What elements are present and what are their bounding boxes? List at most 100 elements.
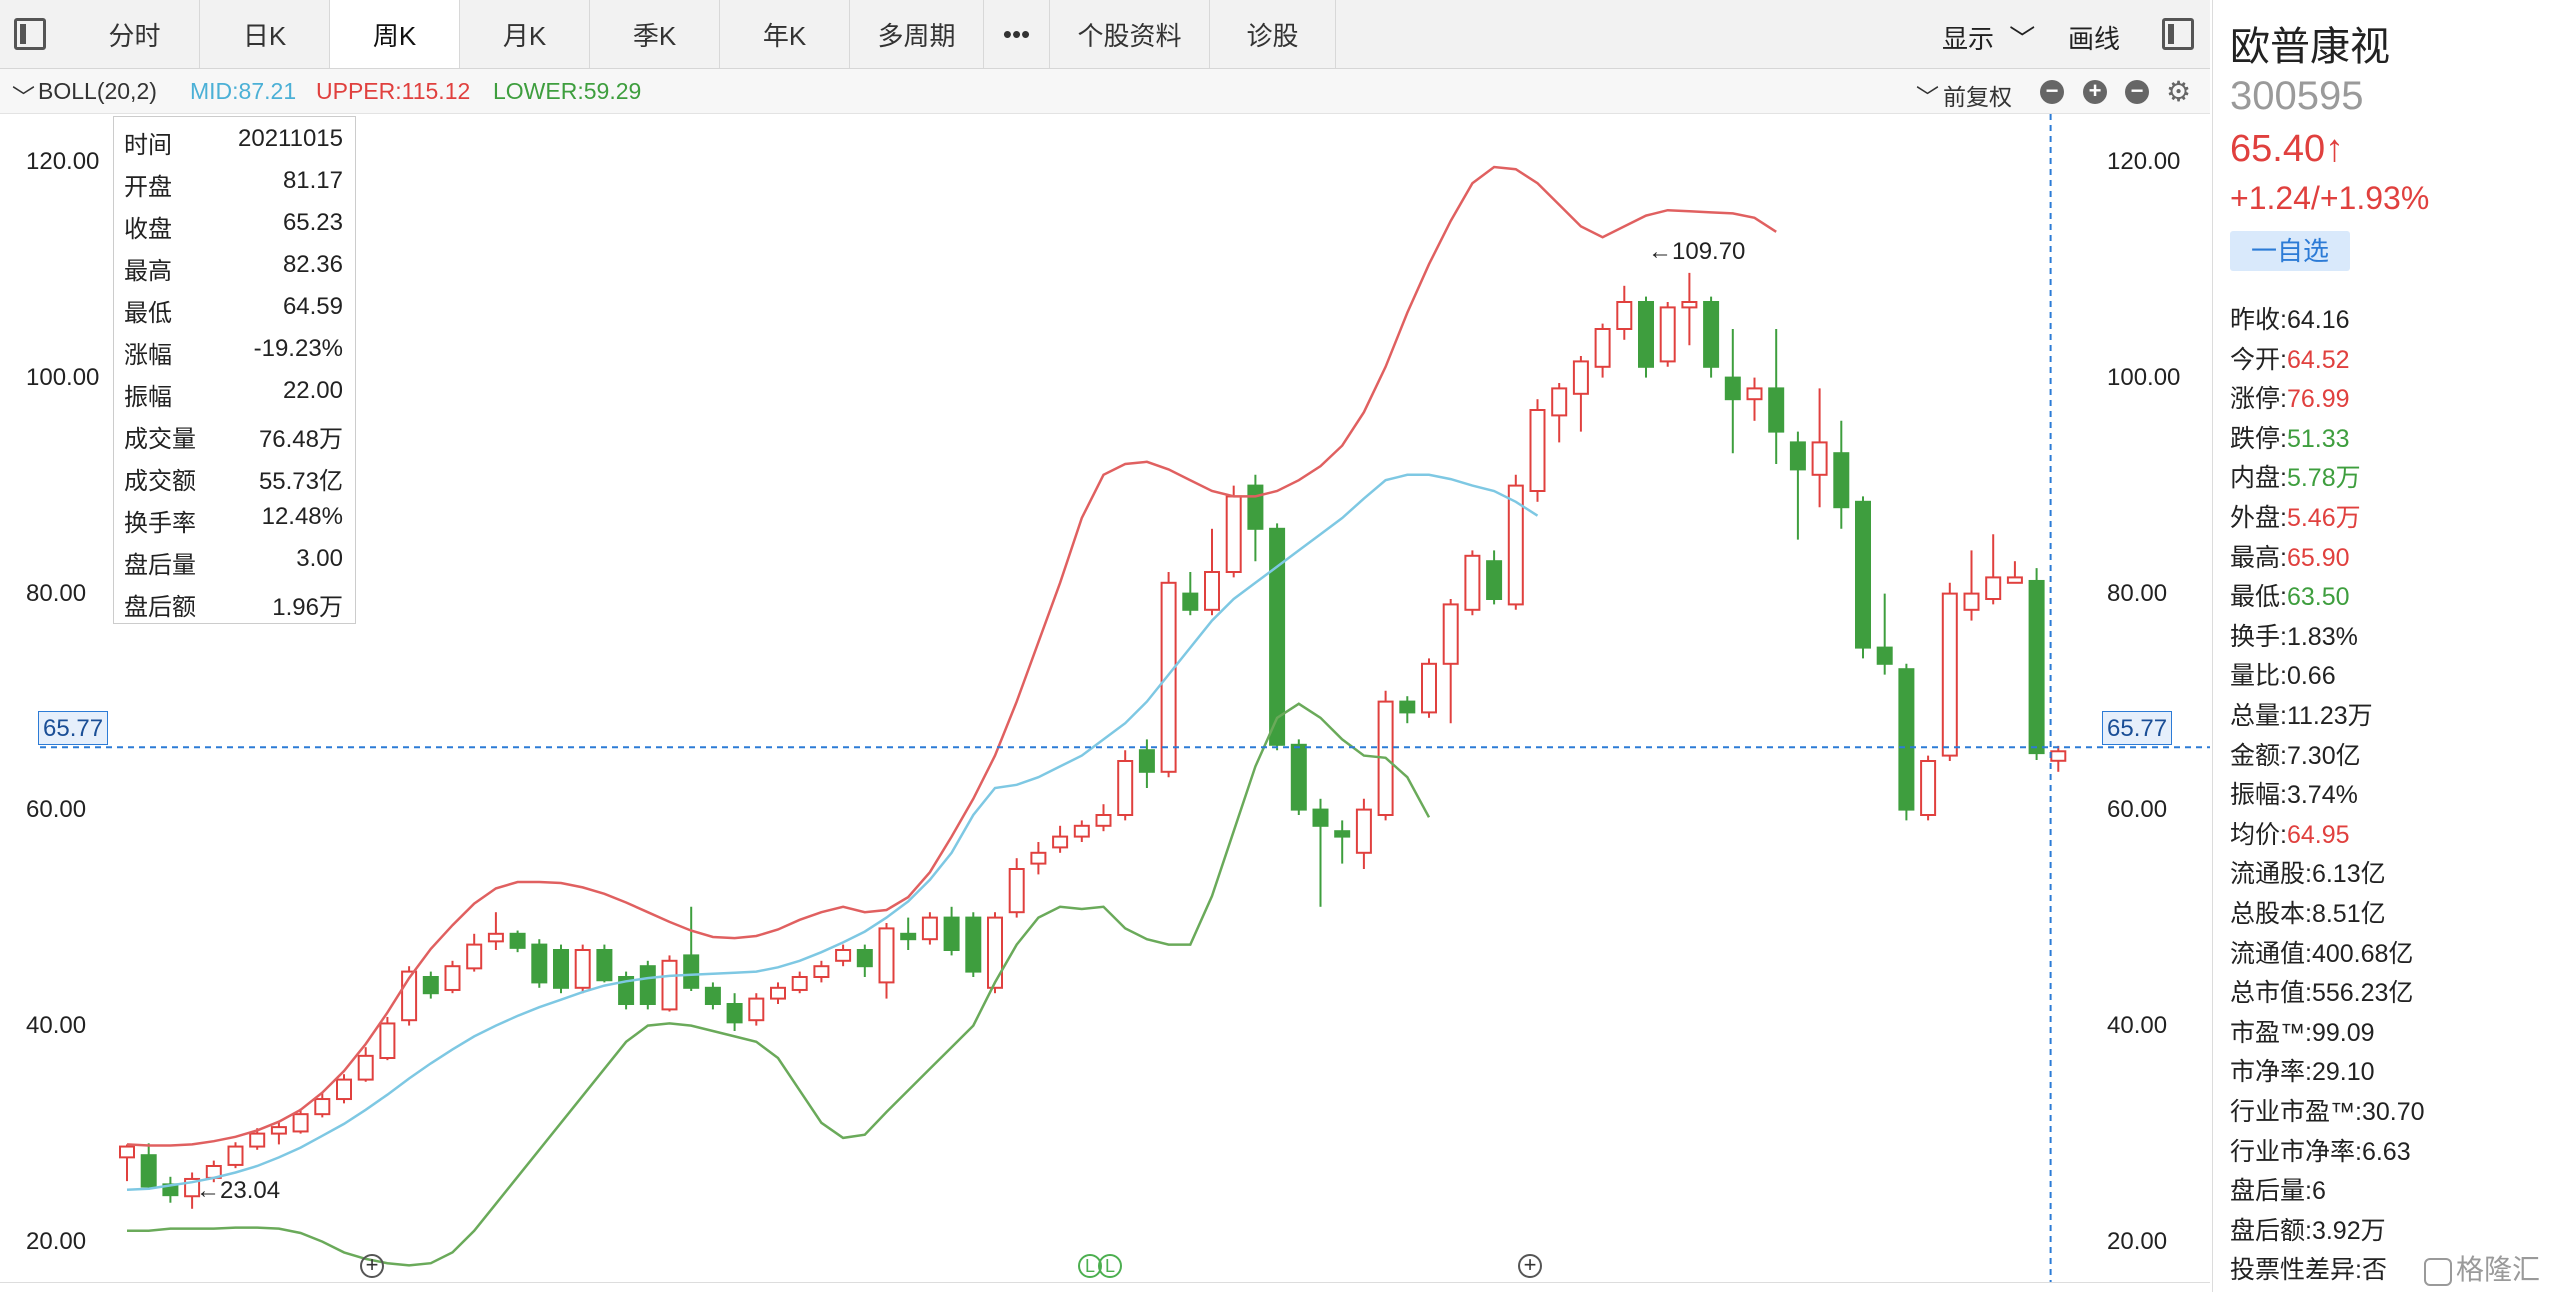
candle-body: [1855, 500, 1871, 649]
candle-body: [1464, 554, 1481, 611]
ll-right-icon[interactable]: L: [1098, 1254, 1122, 1278]
stat-value: 64.95: [2286, 820, 2350, 849]
stat-key: 市净率:: [2230, 1058, 2312, 1087]
tab-2[interactable]: 周K: [330, 0, 460, 68]
tab-8[interactable]: 个股资料: [1050, 0, 1210, 68]
indicator-name[interactable]: BOLL(20,2): [38, 78, 157, 105]
candle-body: [1920, 760, 1937, 816]
info-row: 成交量 76.48万: [114, 411, 357, 453]
candle-body: [249, 1132, 266, 1148]
info-row: 涨幅 -19.23%: [114, 327, 357, 369]
y-tick-l: 20.00: [26, 1227, 87, 1255]
candle-body: [1399, 700, 1416, 714]
candle-body: [444, 965, 461, 991]
tab-7[interactable]: •••: [984, 0, 1050, 68]
add-right-icon[interactable]: +: [1518, 1254, 1542, 1278]
stat-value: 51.33: [2286, 424, 2350, 453]
add-left-icon[interactable]: +: [360, 1254, 384, 1278]
stat-row: 市净率:29.10: [2230, 1052, 2375, 1088]
tab-3[interactable]: 月K: [460, 0, 590, 68]
info-key: 振幅: [124, 384, 172, 411]
tab-5[interactable]: 年K: [720, 0, 850, 68]
crosshair-price-right: 65.77: [2102, 711, 2173, 745]
candle-body: [1355, 808, 1372, 854]
adjust-mode[interactable]: 前复权: [1943, 78, 2012, 112]
stat-row: 总股本:8.51亿: [2230, 894, 2386, 930]
candle-body: [921, 916, 938, 941]
tab-1[interactable]: 日K: [200, 0, 330, 68]
candle-body: [270, 1126, 287, 1135]
info-row: 盘后量 3.00: [114, 537, 357, 579]
stat-key: 量比:: [2230, 662, 2287, 691]
candle-body: [1746, 387, 1763, 401]
draw-line-button[interactable]: 画线: [2068, 19, 2120, 56]
tab-6[interactable]: 多周期: [850, 0, 984, 68]
candle-body: [1811, 441, 1828, 476]
candle-body: [1073, 824, 1090, 838]
candle-body: [531, 943, 548, 984]
stat-row: 总量:11.23万: [2230, 696, 2373, 732]
display-dropdown[interactable]: 显示 ﹀: [1942, 19, 2035, 56]
stat-value: 64.52: [2286, 345, 2350, 374]
chevron-down-icon: ﹀: [2009, 24, 2036, 54]
indicator-bar: ﹀ BOLL(20,2) MID:87.21 UPPER:115.12 LOWE…: [0, 69, 2210, 114]
candle-body: [574, 949, 591, 989]
bottom-divider: [0, 1282, 2210, 1283]
info-value: 81.17: [282, 167, 343, 194]
stat-key: 涨停:: [2230, 385, 2287, 414]
stat-key: 均价:: [2230, 820, 2287, 849]
info-key: 收盘: [124, 216, 172, 243]
candle-body: [1703, 301, 1720, 368]
stat-value: 556.23亿: [2311, 979, 2414, 1008]
candle-body: [1312, 808, 1329, 827]
stat-value: 否: [2361, 1256, 2387, 1285]
tab-0[interactable]: 分时: [70, 0, 200, 68]
tab-9[interactable]: 诊股: [1210, 0, 1336, 68]
stat-row: 最低:63.50: [2230, 577, 2350, 613]
add-watchlist-button[interactable]: 一自选: [2230, 231, 2350, 271]
info-value: 22.00: [282, 377, 343, 404]
candle-body: [1594, 328, 1611, 368]
info-key: 成交额: [124, 468, 196, 495]
stat-key: 总市值:: [2230, 979, 2312, 1008]
stat-value: 6.63: [2361, 1137, 2411, 1166]
info-key: 最高: [124, 258, 172, 285]
zoom-out-icon[interactable]: −: [2040, 80, 2064, 104]
stat-key: 总量:: [2230, 702, 2287, 730]
stat-key: 今开:: [2230, 345, 2287, 374]
candle-body: [422, 976, 439, 995]
candle-body: [140, 1154, 157, 1188]
candle-body: [1985, 576, 2002, 600]
tab-4[interactable]: 季K: [590, 0, 720, 68]
remove-indicator-icon[interactable]: −: [2125, 80, 2149, 104]
candle-body: [1572, 360, 1589, 395]
candle-body: [2050, 750, 2067, 762]
candle-body: [1008, 868, 1025, 914]
stat-row: 均价:64.95: [2230, 815, 2350, 851]
right-panel-toggle-icon[interactable]: [2162, 18, 2194, 50]
candle-body: [509, 932, 526, 949]
adjust-chevron-icon[interactable]: ﹀: [1916, 78, 1939, 112]
info-value: 76.48万: [258, 426, 343, 453]
candle-body: [1117, 760, 1134, 816]
left-panel-toggle-icon[interactable]: [14, 18, 46, 50]
stat-row: 盘后额:3.92万: [2230, 1211, 2386, 1247]
candle-body: [553, 949, 569, 989]
stat-value: 400.68亿: [2311, 939, 2414, 968]
y-tick-l: 120.00: [26, 147, 100, 175]
info-row: 最低 64.59: [114, 285, 357, 327]
candle-body: [379, 1022, 396, 1060]
zoom-in-icon[interactable]: +: [2083, 80, 2107, 104]
candle-body: [1160, 581, 1177, 773]
candle-body: [1486, 560, 1503, 601]
y-tick-r: 20.00: [2107, 1227, 2168, 1255]
stat-key: 内盘:: [2230, 464, 2287, 493]
collapse-chevron-icon[interactable]: ﹀: [12, 78, 35, 112]
info-value: 64.59: [282, 293, 343, 320]
info-key: 涨幅: [124, 342, 172, 369]
settings-gear-icon[interactable]: ⚙: [2166, 75, 2191, 108]
stat-row: 市盈™:99.09: [2230, 1013, 2375, 1049]
stat-key: 最低:: [2230, 583, 2287, 612]
stat-key: 最高:: [2230, 543, 2287, 572]
candle-body: [1551, 387, 1568, 417]
